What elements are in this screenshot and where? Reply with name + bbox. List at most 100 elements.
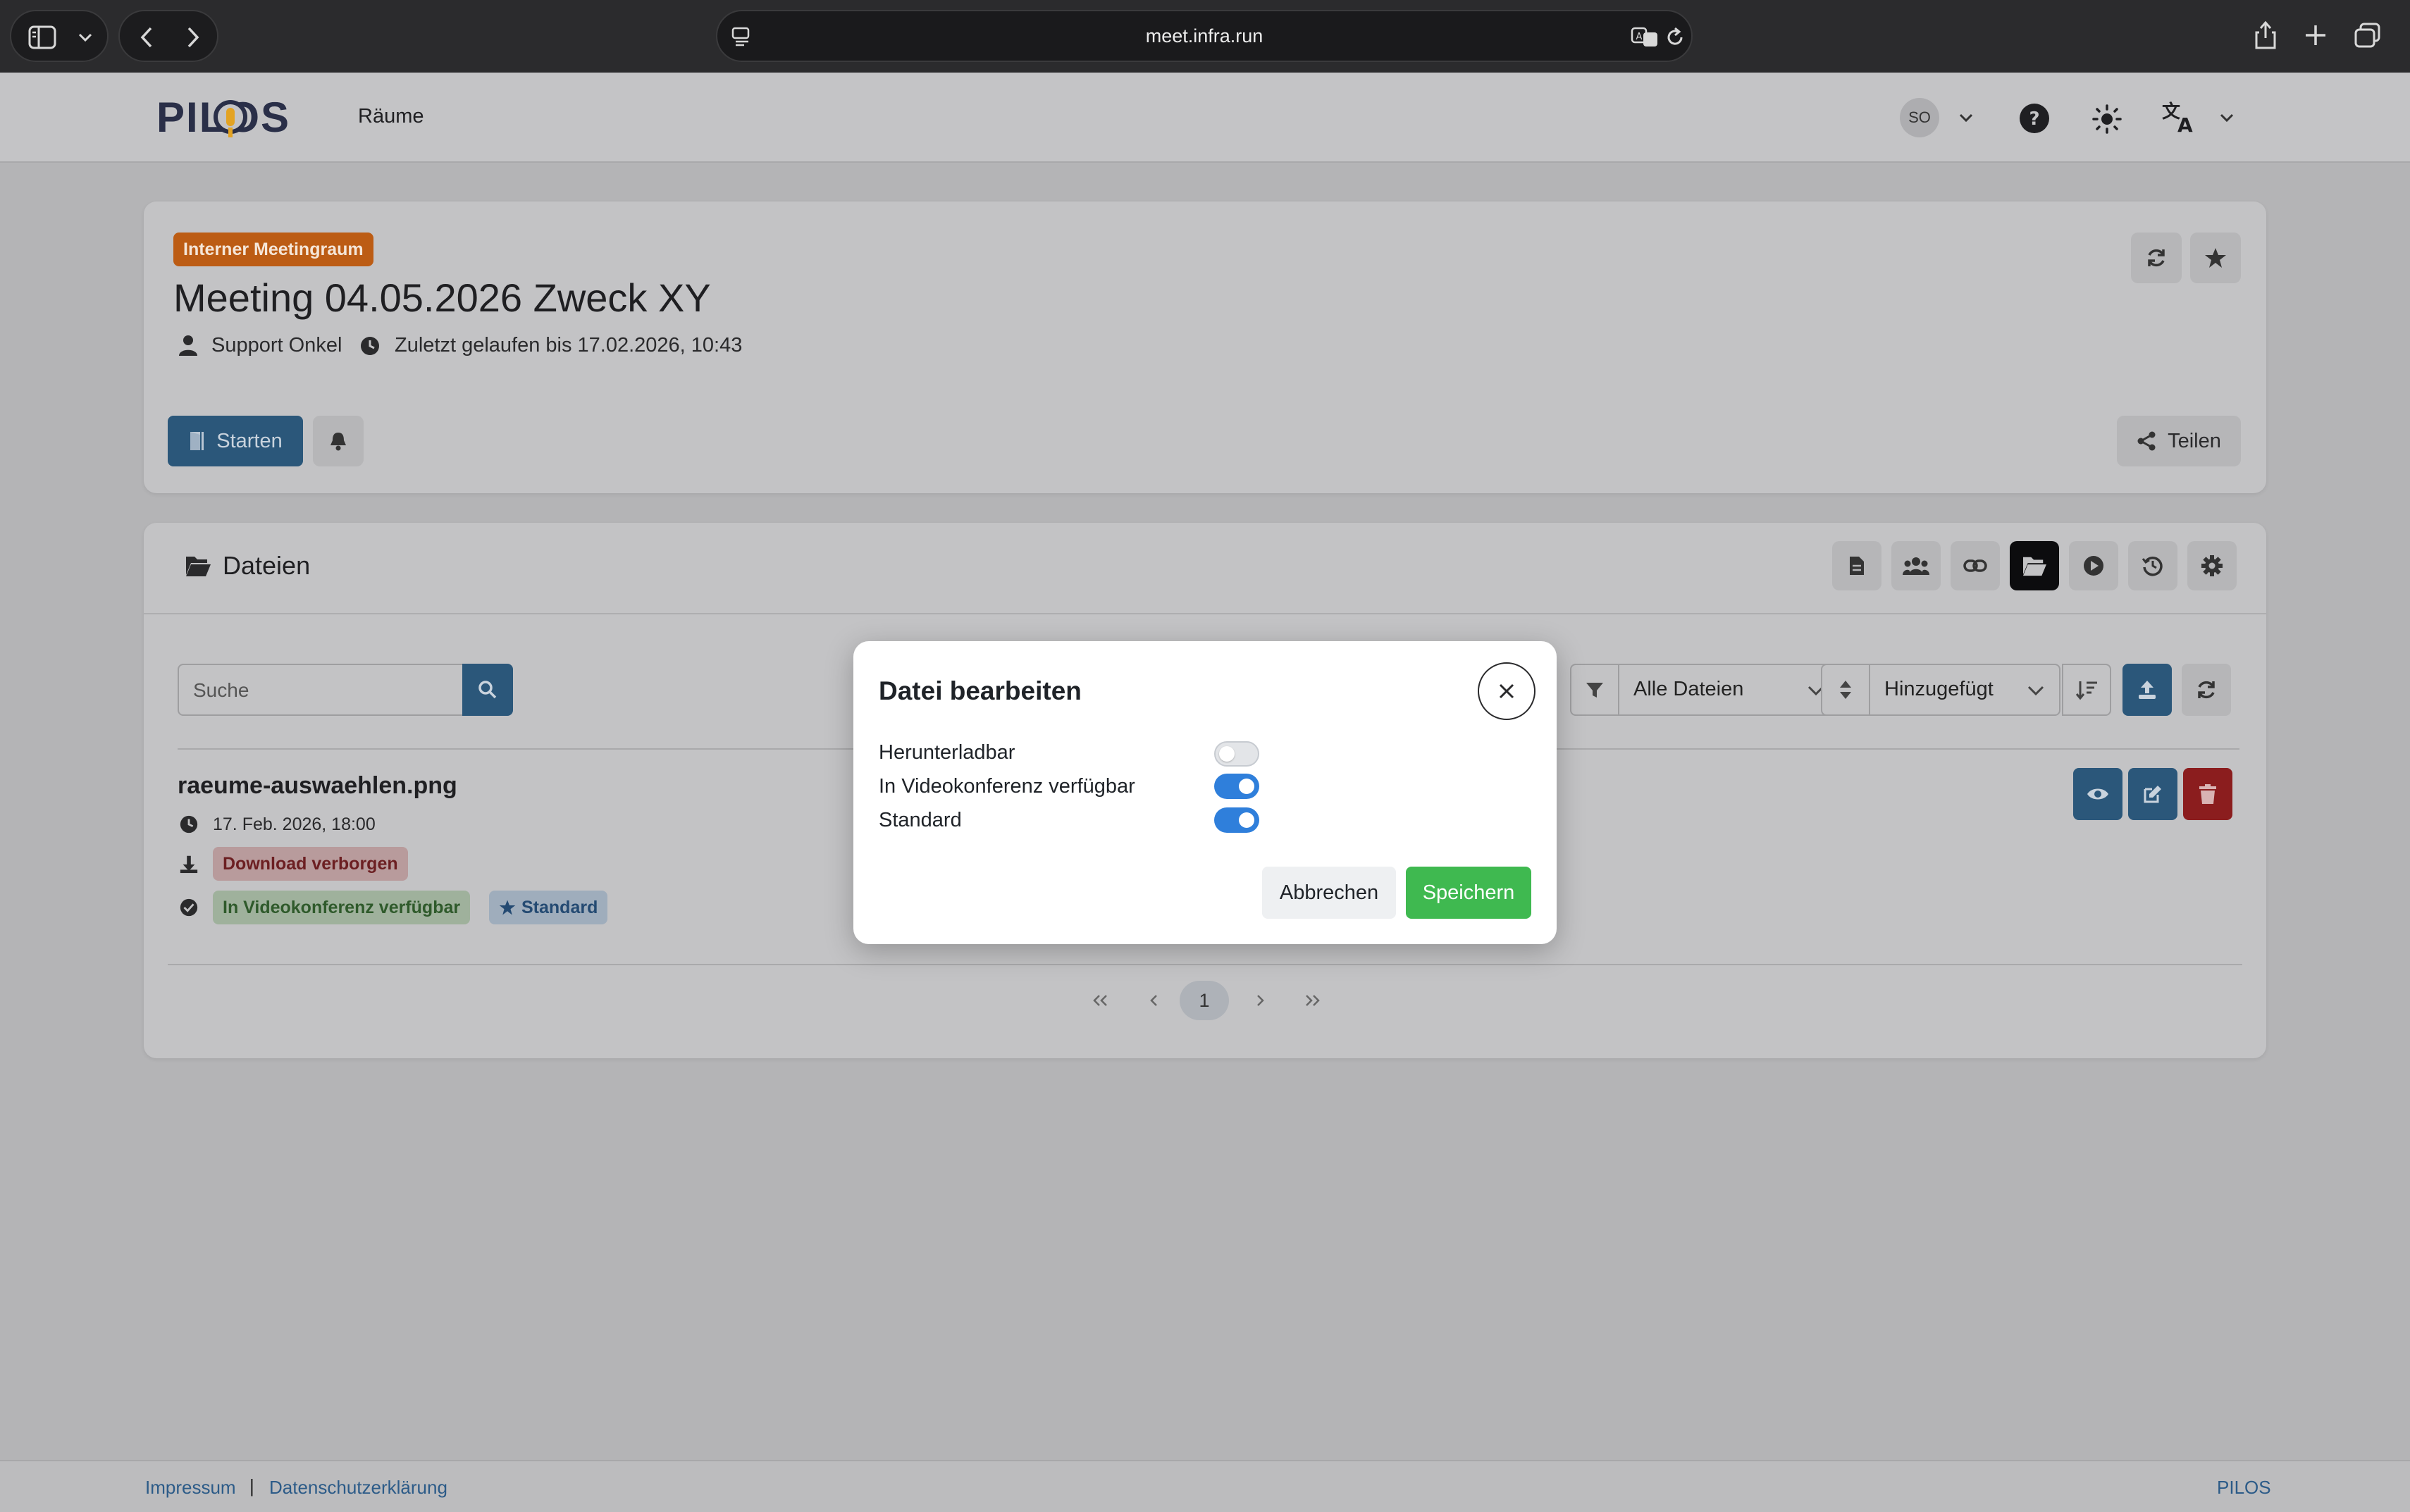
tab-description[interactable] [1832,541,1881,590]
refresh-icon [2198,681,2215,699]
svg-text:A: A [1636,32,1643,42]
new-tab-icon[interactable] [2303,23,2328,48]
files-heading: Dateien [223,551,311,580]
cancel-button[interactable]: Abbrechen [1262,867,1396,919]
video-available-badge: In Videokonferenz verfügbar [213,891,471,924]
user-menu-chevron-icon[interactable] [1958,112,1975,123]
divider [144,613,2266,614]
filter-value: Alle Dateien [1633,678,1744,700]
sort-direction-button[interactable] [2062,664,2111,716]
search-input[interactable]: Suche [178,664,466,716]
edit-file-button[interactable] [2128,768,2177,820]
reload-room-button[interactable] [2131,233,2182,283]
footer-brand-link[interactable]: PILOS [2217,1477,2271,1499]
svg-text:A: A [2177,113,2193,135]
save-button[interactable]: Speichern [1406,867,1531,919]
eye-icon [2087,788,2108,800]
door-icon [190,432,204,450]
share-room-button[interactable]: Teilen [2117,416,2241,466]
chevron-down-icon[interactable] [78,32,93,42]
reload-icon[interactable] [1666,27,1686,48]
search-button[interactable] [462,664,513,716]
theme-toggle-icon[interactable] [2091,104,2122,135]
users-icon [1903,557,1929,575]
room-owner: Support Onkel [211,334,342,357]
next-page-icon[interactable] [1254,993,1266,1008]
sidebar-toggle-group[interactable] [10,10,109,62]
nav-rooms[interactable]: Räume [358,105,424,128]
notify-button[interactable] [313,416,364,466]
sort-select[interactable]: Hinzugefügt [1821,664,2060,716]
share-room-label: Teilen [2168,429,2221,452]
clock-icon [361,337,379,355]
sort-descending-icon [2075,681,2097,700]
page-number[interactable]: 1 [1180,981,1229,1020]
default-badge-label: Standard [521,897,598,917]
share-nodes-icon [2137,431,2156,451]
sort-addon [1822,665,1870,714]
file-filter-select[interactable]: Alle Dateien [1570,664,1839,716]
start-button[interactable]: Starten [168,416,303,466]
tab-recordings[interactable] [2069,541,2118,590]
tab-files[interactable] [2010,541,2059,590]
share-icon[interactable] [2254,20,2278,51]
search-placeholder: Suche [193,679,249,701]
language-icon[interactable]: 文 A [2161,99,2199,135]
refresh-icon [2148,249,2165,267]
user-icon [179,335,197,356]
room-type-badge: Interner Meetingraum [173,233,373,266]
browser-toolbar: meet.infra.run A [0,0,2410,73]
upload-button[interactable] [2122,664,2172,716]
forward-icon[interactable] [185,25,202,49]
address-bar[interactable]: meet.infra.run A [716,10,1693,62]
delete-file-button[interactable] [2183,768,2232,820]
first-page-icon[interactable] [1091,993,1111,1008]
upload-icon [2139,681,2156,699]
help-icon[interactable]: ? [2018,102,2051,135]
start-button-label: Starten [216,429,283,452]
tab-overview-icon[interactable] [2354,23,2382,49]
translate-icon[interactable]: A [1631,25,1660,48]
toggle-video-available[interactable] [1214,774,1259,799]
imprint-link[interactable]: Impressum [145,1477,236,1499]
privacy-link[interactable]: Datenschutzerklärung [269,1477,447,1499]
close-icon [1499,683,1514,699]
trash-icon [2199,784,2216,804]
favorite-button[interactable] [2190,233,2241,283]
avatar[interactable]: SO [1900,98,1939,137]
sort-value: Hinzugefügt [1884,678,1994,700]
tab-history[interactable] [2128,541,2177,590]
chevron-down-icon [2027,686,2044,696]
nav-buttons-group [118,10,218,62]
close-button[interactable] [1478,662,1535,720]
dialog-title: Datei bearbeiten [879,676,1082,705]
logo-mark-icon [214,100,247,137]
file-name[interactable]: raeume-auswaehlen.png [178,772,457,800]
star-icon [499,900,516,915]
edit-file-dialog: Datei bearbeiten Herunterladbar In Video… [853,641,1557,944]
tab-links[interactable] [1951,541,2000,590]
back-icon[interactable] [138,25,155,49]
option-label-downloadable: Herunterladbar [879,741,1015,764]
room-title: Meeting 04.05.2026 Zweck XY [173,275,711,320]
reload-files-button[interactable] [2182,664,2231,716]
tab-settings[interactable] [2187,541,2237,590]
prev-page-icon[interactable] [1149,993,1160,1008]
default-badge: Standard [489,891,608,924]
option-label-video: In Videokonferenz verfügbar [879,775,1135,798]
toggle-default[interactable] [1214,807,1259,833]
footer: Impressum | Datenschutzerklärung PILOS [0,1460,2410,1512]
folder-open-icon [2023,557,2046,576]
bell-icon [330,433,346,451]
sidebar-icon[interactable] [28,25,56,49]
option-label-default: Standard [879,809,962,831]
toggle-downloadable[interactable] [1214,741,1259,767]
play-circle-icon [2084,556,2103,576]
last-page-icon[interactable] [1302,993,1322,1008]
language-chevron-icon[interactable] [2218,112,2235,123]
view-file-button[interactable] [2073,768,2122,820]
tab-members[interactable] [1891,541,1941,590]
clock-icon [180,815,198,834]
filter-addon [1571,665,1619,714]
star-icon [2205,248,2226,268]
